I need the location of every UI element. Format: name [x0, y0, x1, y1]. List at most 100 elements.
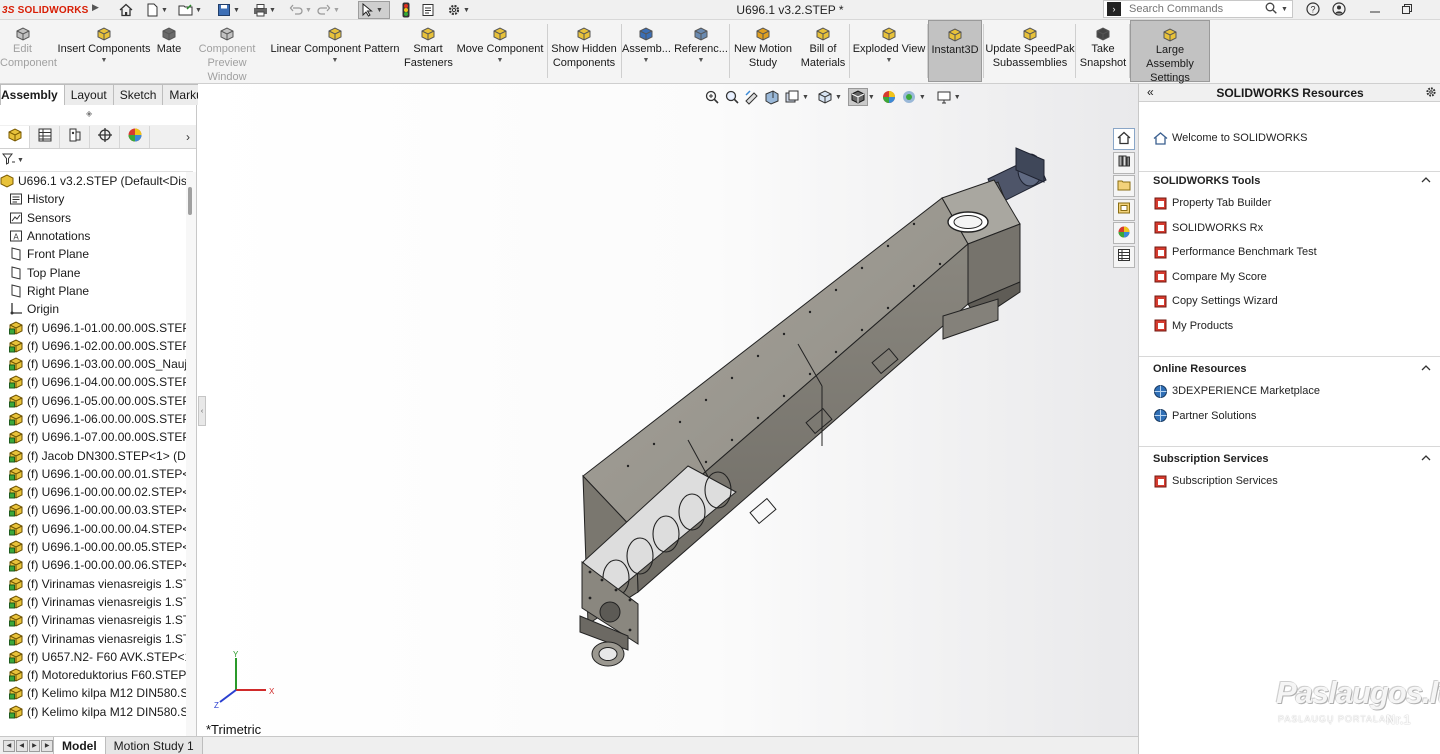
- smart-fasteners-button[interactable]: Smart Fasteners: [404, 20, 453, 82]
- panel-collapse-icon[interactable]: ◈: [86, 109, 92, 118]
- next-tab-icon[interactable]: ▶: [28, 739, 41, 752]
- screw-conveyor-model[interactable]: [198, 84, 1138, 736]
- restore-button[interactable]: [1398, 1, 1416, 19]
- options-dropdown-icon[interactable]: ▼: [463, 7, 470, 14]
- tree-root-assembly[interactable]: U696.1 v3.2.STEP (Default<Displa: [0, 172, 186, 190]
- section-header-solidworks-tools[interactable]: SOLIDWORKS Tools: [1153, 172, 1435, 190]
- options-button[interactable]: ▼: [446, 1, 470, 19]
- mate-button[interactable]: Mate: [150, 20, 188, 82]
- new-button[interactable]: ▼: [144, 1, 168, 19]
- save-button[interactable]: ▼: [216, 1, 240, 19]
- assembly-features-button[interactable]: Assemb... ▼: [622, 20, 671, 82]
- print-button[interactable]: ▼: [252, 1, 276, 19]
- reference-geometry-button[interactable]: Referenc... ▼: [672, 20, 730, 82]
- tree-node-top-plane[interactable]: Top Plane: [0, 263, 186, 281]
- tree-component-node[interactable]: (f) Virinamas vienasreigis 1.STE: [0, 629, 186, 647]
- file-properties-button[interactable]: [420, 1, 436, 19]
- resources-tab[interactable]: [1113, 128, 1135, 150]
- chevron-down-icon[interactable]: ▼: [850, 57, 928, 65]
- tree-component-node[interactable]: (f) U696.1-01.00.00.00S.STEP<1: [0, 318, 186, 336]
- tree-component-node[interactable]: (f) Virinamas vienasreigis 1.STE: [0, 593, 186, 611]
- insert-components-button[interactable]: Insert Components ▼: [52, 20, 156, 82]
- more-tabs-icon[interactable]: ›: [186, 130, 190, 144]
- bom-button[interactable]: Bill of Materials: [798, 20, 848, 82]
- chevron-up-icon[interactable]: [1421, 453, 1431, 465]
- filter-dropdown-icon[interactable]: ▼: [17, 157, 24, 164]
- bottom-tab-model[interactable]: Model: [53, 737, 106, 754]
- resource-link-performance-benchmark-test[interactable]: Performance Benchmark Test: [1153, 244, 1317, 260]
- view-palette-tab[interactable]: [1113, 198, 1135, 221]
- bottom-tab-motion-study-1[interactable]: Motion Study 1: [104, 737, 203, 754]
- open-button[interactable]: ▼: [178, 1, 202, 19]
- dimxpert-manager-tab[interactable]: [90, 125, 120, 148]
- tree-component-node[interactable]: (f) U696.1-00.00.00.03.STEP<1:: [0, 501, 186, 519]
- custom-properties-tab[interactable]: [1113, 245, 1135, 268]
- resource-link-partner-solutions[interactable]: Partner Solutions: [1153, 408, 1256, 424]
- graphics-area[interactable]: ‹ ▼ ▼ ▼ ▼ ▼ Y X Z *Trimetric: [198, 84, 1138, 736]
- instant3d-button[interactable]: Instant3D: [928, 20, 982, 82]
- large-assembly-button[interactable]: Large Assembly Settings: [1130, 20, 1210, 84]
- tree-node-right-plane[interactable]: Right Plane: [0, 282, 186, 300]
- linear-pattern-button[interactable]: Linear Component Pattern ▼: [268, 20, 402, 82]
- edit-component-button[interactable]: Edit Component: [0, 20, 57, 82]
- solidworks-logo[interactable]: 3S SOLIDWORKS: [2, 2, 89, 18]
- redo-dropdown-icon[interactable]: ▼: [333, 7, 340, 14]
- open-dropdown-icon[interactable]: ▼: [195, 7, 202, 14]
- show-hidden-button[interactable]: Show Hidden Components: [548, 20, 620, 82]
- undo-dropdown-icon[interactable]: ▼: [305, 7, 312, 14]
- first-tab-icon[interactable]: ◀: [3, 739, 15, 752]
- tree-component-node[interactable]: (f) Virinamas vienasreigis 1.STE: [0, 611, 186, 629]
- section-header-online-resources[interactable]: Online Resources: [1153, 360, 1435, 378]
- tree-component-node[interactable]: (f) Jacob DN300.STEP<1> (De: [0, 446, 186, 464]
- search-icon[interactable]: [1265, 2, 1277, 17]
- preview-window-button[interactable]: Component Preview Window: [192, 20, 262, 83]
- account-button[interactable]: [1330, 1, 1348, 19]
- tree-component-node[interactable]: (f) U696.1-05.00.00.00S.STEP<1: [0, 392, 186, 410]
- minimize-button[interactable]: [1366, 1, 1384, 19]
- resource-link-3dexperience-marketplace[interactable]: 3DEXPERIENCE Marketplace: [1153, 383, 1320, 399]
- tab-assembly[interactable]: Assembly: [0, 84, 65, 105]
- file-explorer-tab[interactable]: [1113, 175, 1135, 198]
- configuration-manager-tab[interactable]: [60, 125, 90, 148]
- tree-component-node[interactable]: (f) U696.1-07.00.00.00S.STEP<1: [0, 428, 186, 446]
- tree-component-node[interactable]: (f) U696.1-00.00.00.05.STEP<1:: [0, 538, 186, 556]
- chevron-down-icon[interactable]: ▼: [672, 57, 730, 65]
- search-commands-input[interactable]: [1129, 3, 1259, 15]
- tree-component-node[interactable]: (f) U696.1-02.00.00.00S.STEP<1: [0, 337, 186, 355]
- resource-link-my-products[interactable]: My Products: [1153, 318, 1233, 334]
- chevron-down-icon[interactable]: ▼: [454, 57, 546, 65]
- undo-button[interactable]: ▼: [288, 1, 312, 19]
- resource-link-subscription-services[interactable]: Subscription Services: [1153, 473, 1278, 489]
- search-commands-box[interactable]: › ▼: [1103, 0, 1293, 18]
- tree-node-sensors[interactable]: Sensors: [0, 209, 186, 227]
- snapshot-button[interactable]: Take Snapshot: [1076, 20, 1130, 82]
- home-button[interactable]: [118, 1, 134, 19]
- search-dropdown-icon[interactable]: ▼: [1281, 6, 1288, 13]
- tab-sketch[interactable]: Sketch: [112, 84, 164, 105]
- tree-component-node[interactable]: (f) Kelimo kilpa M12 DIN580.S: [0, 684, 186, 702]
- rebuild-button[interactable]: [398, 1, 414, 19]
- select-button[interactable]: ▼: [358, 1, 390, 19]
- redo-button[interactable]: ▼: [316, 1, 340, 19]
- feature-tree-tab[interactable]: [0, 125, 30, 148]
- chevron-down-icon[interactable]: ▼: [268, 57, 402, 65]
- tree-component-node[interactable]: (f) Virinamas vienasreigis 1.STE: [0, 575, 186, 593]
- tree-component-node[interactable]: (f) U696.1-00.00.00.04.STEP<1:: [0, 520, 186, 538]
- resource-link-solidworks-rx[interactable]: SOLIDWORKS Rx: [1153, 220, 1263, 236]
- tree-component-node[interactable]: (f) U696.1-03.00.00.00S_Nauja.: [0, 355, 186, 373]
- menu-expand-icon[interactable]: ▶: [92, 2, 99, 13]
- resource-link-copy-settings-wizard[interactable]: Copy Settings Wizard: [1153, 293, 1278, 309]
- chevron-down-icon[interactable]: ▼: [52, 57, 156, 65]
- speedpak-button[interactable]: Update SpeedPak Subassemblies: [984, 20, 1076, 82]
- tree-node-origin[interactable]: Origin: [0, 300, 186, 318]
- appearances-tab[interactable]: [1113, 222, 1135, 245]
- tree-component-node[interactable]: (f) U696.1-00.00.00.06.STEP<1:: [0, 556, 186, 574]
- new-dropdown-icon[interactable]: ▼: [161, 7, 168, 14]
- select-dropdown-icon[interactable]: ▼: [376, 7, 383, 14]
- move-component-button[interactable]: Move Component ▼: [454, 20, 546, 82]
- display-manager-tab[interactable]: [120, 125, 150, 148]
- tree-filter[interactable]: ▼: [0, 150, 193, 172]
- tree-component-node[interactable]: (f) U696.1-00.00.00.02.STEP<1:: [0, 483, 186, 501]
- chevron-down-icon[interactable]: ▼: [622, 57, 670, 65]
- exploded-view-button[interactable]: Exploded View ▼: [850, 20, 928, 82]
